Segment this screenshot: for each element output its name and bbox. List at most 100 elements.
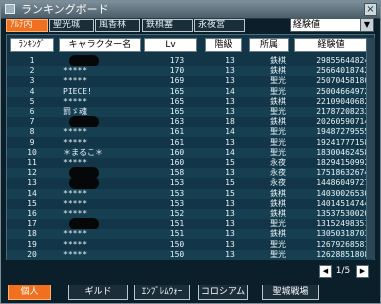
level-cell: 151 — [169, 219, 185, 229]
table-row[interactable]: 14 ***** 153 15 鉄棋 140300265307 — [7, 188, 374, 199]
exp-cell: 140145147442 — [316, 198, 374, 208]
table-row[interactable]: 3 ***** 169 13 聖光 250704581808 — [7, 76, 374, 86]
name-cell: ***** — [63, 188, 88, 198]
rank-cell: 19 — [27, 239, 37, 249]
guild-cell: 聖光 — [270, 219, 286, 229]
table-row[interactable]: 6 罰ゞ魂 165 13 聖光 217872082332 — [7, 107, 374, 117]
redacted-name-mark — [69, 218, 99, 231]
exp-cell: 221090406823 — [316, 96, 374, 106]
map-tab-fuukou[interactable]: 風香林 — [95, 19, 140, 32]
redacted-name-mark — [69, 116, 99, 129]
grade-cell: 13 — [225, 96, 235, 106]
header-exp[interactable]: 経験値 — [294, 38, 368, 52]
header-rank[interactable]: ﾗﾝｷﾝｸﾞ — [10, 38, 54, 52]
level-cell: 160 — [169, 147, 185, 157]
grade-cell: 15 — [225, 178, 235, 188]
close-button[interactable]: × — [364, 3, 377, 16]
guild-cell: 聖光 — [270, 76, 286, 86]
table-row[interactable]: 15 ***** 153 13 鉄棋 140145147442 — [7, 199, 374, 209]
header-lv[interactable]: Lv — [144, 38, 197, 52]
rank-cell: 6 — [29, 107, 35, 116]
grade-cell: 14 — [225, 147, 235, 157]
table-row[interactable]: 16 ***** 152 13 鉄棋 135375300204 — [7, 209, 374, 219]
table-row[interactable]: 13 153 15 永夜 144860497277 — [7, 177, 374, 190]
table-row[interactable]: 4 PIECE! 165 14 聖光 250046649721 — [7, 86, 374, 97]
chevron-down-icon[interactable]: ▼ — [360, 19, 373, 31]
rank-cell: 5 — [29, 96, 35, 106]
level-cell: 152 — [169, 209, 185, 218]
title-bar[interactable]: ランキングボード × — [1, 1, 380, 19]
grade-cell: 13 — [225, 137, 235, 147]
level-cell: 158 — [169, 168, 185, 178]
map-tab-arute[interactable]: ｱﾙﾃ内 — [6, 19, 48, 32]
table-row[interactable]: 19 ***** 150 13 聖光 126792685815 — [7, 240, 374, 250]
ranking-board-window: ランキングボード × ｱﾙﾃ内 聖光城 風香林 鉄棋塞 永夜宮 経験値 ▼ ﾗﾝ… — [0, 0, 381, 304]
level-cell: 169 — [169, 76, 185, 86]
table-row[interactable]: 18 ***** 151 13 鉄棋 130503187031 — [7, 229, 374, 240]
level-cell: 151 — [169, 229, 185, 239]
table-row[interactable]: 20 ***** 150 13 聖光 126288518082 — [7, 249, 374, 260]
header-name[interactable]: キャラクター名 — [59, 38, 141, 52]
grade-cell: 15 — [225, 188, 235, 198]
table-row[interactable]: 8 ***** 161 14 聖光 194872795558 — [7, 127, 374, 138]
exp-cell: 126288518082 — [316, 249, 374, 259]
level-cell: 150 — [169, 239, 185, 249]
level-cell: 153 — [169, 188, 185, 198]
table-header: ﾗﾝｷﾝｸﾞ キャラクター名 Lv 階級 所属 経験値 — [7, 38, 374, 53]
exp-cell: 256640187420 — [316, 66, 374, 76]
table-row[interactable]: 12 158 13 永夜 175186326744 — [7, 167, 374, 180]
name-cell: ***** — [63, 198, 88, 208]
tab-colosseum[interactable]: コロシアム — [198, 285, 248, 300]
table-row[interactable]: 9 ***** 161 13 聖光 192417771583 — [7, 138, 374, 148]
exp-cell: 250046649721 — [316, 86, 374, 96]
window-title: ランキングボード — [21, 3, 109, 16]
tab-emblem-war[interactable]: ｴﾝﾌﾞﾚﾑｳｫｰ — [134, 285, 190, 300]
table-row[interactable]: 7 163 18 鉄棋 202605907144 — [7, 116, 374, 129]
header-guild[interactable]: 所属 — [249, 38, 289, 52]
level-cell: 160 — [169, 158, 185, 167]
name-cell: ***** — [63, 127, 88, 137]
guild-cell: 永夜 — [270, 178, 286, 188]
rank-cell: 11 — [27, 158, 37, 167]
exp-cell: 130503187031 — [316, 229, 374, 239]
sort-select[interactable]: 経験値 ▼ — [290, 18, 374, 32]
table-row[interactable]: 5 ***** 165 13 鉄棋 221090406823 — [7, 97, 374, 107]
table-row[interactable]: 11 ***** 160 15 永夜 182941509920 — [7, 158, 374, 168]
grade-cell: 13 — [225, 107, 235, 116]
exp-cell: 250704581808 — [316, 76, 374, 86]
grade-cell: 13 — [225, 168, 235, 178]
guild-cell: 鉄棋 — [270, 96, 286, 106]
scrollbar[interactable] — [366, 38, 375, 259]
name-cell — [63, 55, 143, 67]
tab-personal[interactable]: 個人 — [8, 285, 51, 300]
level-cell: 161 — [169, 137, 185, 147]
header-grade[interactable]: 階級 — [205, 38, 242, 52]
guild-cell: 鉄棋 — [270, 188, 286, 198]
redacted-name-mark — [69, 55, 99, 67]
table-row[interactable]: 1 173 13 鉄棋 298556448242 — [7, 55, 374, 67]
name-cell: ***** — [63, 249, 88, 259]
rank-cell: 7 — [29, 117, 35, 127]
map-tab-tekki[interactable]: 鉄棋塞 — [142, 19, 193, 32]
rank-cell: 8 — [29, 127, 35, 137]
tab-guild[interactable]: ギルド — [68, 285, 128, 300]
rank-cell: 10 — [27, 147, 37, 157]
grade-cell: 13 — [225, 229, 235, 239]
level-cell: 161 — [169, 127, 185, 137]
map-tab-seikou[interactable]: 聖光城 — [49, 19, 94, 32]
prev-page-button[interactable]: ◀ — [319, 265, 332, 278]
table-row[interactable]: 17 151 13 聖光 131524983519 — [7, 218, 374, 231]
grade-cell: 13 — [225, 249, 235, 259]
tab-holy-castle-battle[interactable]: 聖城戦場 — [262, 285, 319, 300]
name-cell: ＊まるこ＊ — [63, 147, 103, 157]
grade-cell: 13 — [225, 76, 235, 86]
table-row[interactable]: 2 ***** 170 13 鉄棋 256640187420 — [7, 66, 374, 77]
rank-cell: 12 — [27, 168, 37, 178]
rank-cell: 9 — [29, 137, 35, 147]
map-tab-eiya[interactable]: 永夜宮 — [194, 19, 245, 32]
level-cell: 170 — [169, 66, 185, 76]
name-cell: PIECE! — [63, 86, 92, 96]
level-cell: 165 — [169, 86, 185, 96]
next-page-button[interactable]: ▶ — [356, 265, 369, 278]
table-row[interactable]: 10 ＊まるこ＊ 160 14 聖光 183004624584 — [7, 147, 374, 158]
